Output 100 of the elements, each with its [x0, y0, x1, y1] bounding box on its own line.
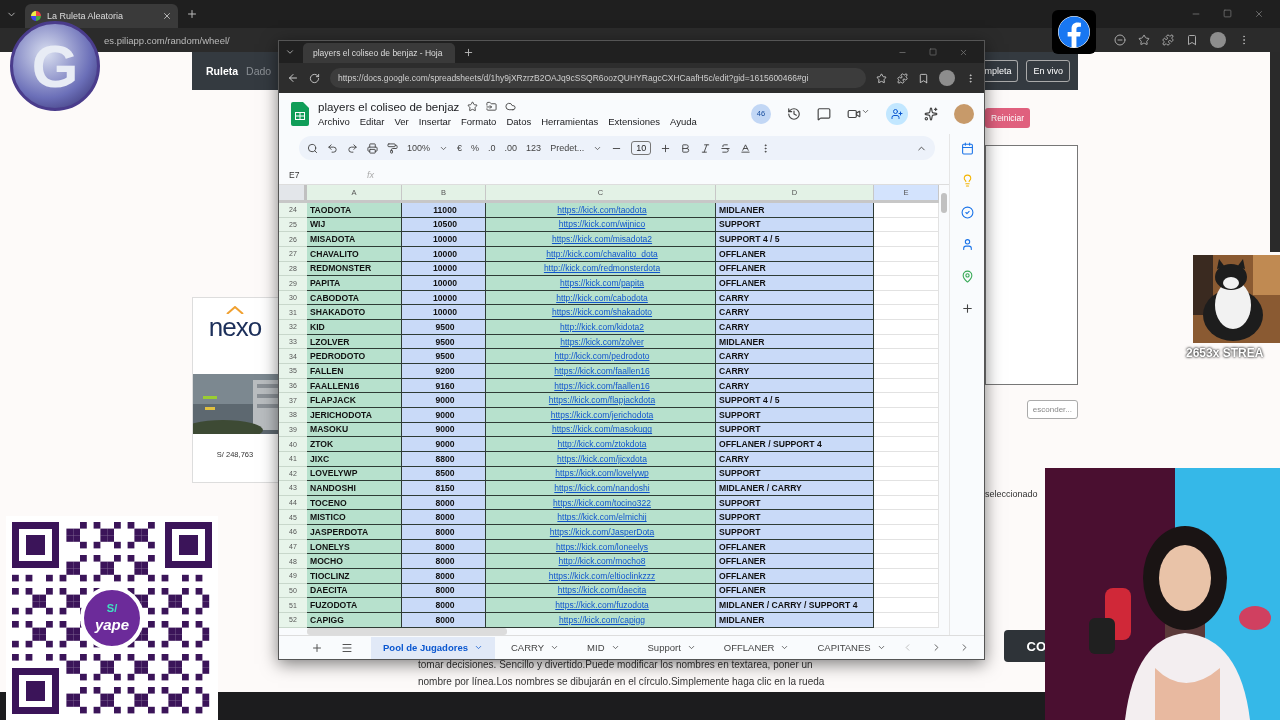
avatar-icon[interactable]: [1210, 32, 1226, 48]
sparkle-icon[interactable]: [924, 106, 938, 121]
link[interactable]: https://kick.com/daecita: [557, 585, 647, 596]
add-icon[interactable]: [960, 302, 974, 315]
paint-format-icon[interactable]: [387, 142, 398, 154]
plus-icon[interactable]: [660, 142, 672, 154]
address-bar[interactable]: https://docs.google.com/spreadsheets/d/1hy9jXRzrzB2OAJq9cSSQR6oozQUHYRagcCXHCaafH5c/edit?gid=1615600466#gi: [330, 68, 866, 88]
link[interactable]: http://kick.com/redmonsterdota: [543, 263, 661, 274]
menu-item[interactable]: Ayuda: [670, 115, 697, 127]
extensions-icon[interactable]: [1162, 34, 1174, 46]
browser-tab[interactable]: players el coliseo de benjaz - Hoja: [303, 43, 455, 63]
menu-item[interactable]: Editar: [359, 115, 385, 127]
star-icon[interactable]: [1138, 34, 1150, 46]
sheet-tab[interactable]: Support: [635, 636, 708, 659]
add-sheet-button[interactable]: [311, 641, 323, 654]
extensions-icon[interactable]: [897, 72, 908, 84]
hide-button[interactable]: esconder...: [1026, 400, 1078, 419]
link[interactable]: https://kick.com/loneelys: [555, 541, 649, 552]
link[interactable]: http://kick.com/cabodota: [556, 292, 648, 303]
menu-item[interactable]: Extensiones: [608, 115, 660, 127]
close-icon[interactable]: [162, 11, 172, 21]
link[interactable]: http://kick.com/pedrodoto: [554, 351, 650, 362]
sheet-tab[interactable]: MID: [575, 636, 632, 659]
search-icon[interactable]: [307, 142, 318, 154]
reload-button[interactable]: [309, 72, 320, 84]
star-icon[interactable]: [467, 101, 479, 112]
link[interactable]: http://kick.com/chavalito_dota: [546, 248, 658, 259]
link[interactable]: https://kick.com/shakadoto: [551, 307, 653, 318]
menu-item[interactable]: Datos: [506, 115, 532, 127]
nav-link[interactable]: Dado: [246, 65, 272, 77]
comment-icon[interactable]: [817, 106, 831, 121]
circle-minus-icon[interactable]: [1114, 34, 1126, 46]
names-textarea[interactable]: [985, 145, 1078, 385]
tab-list-button[interactable]: [285, 47, 295, 57]
new-tab-button[interactable]: [186, 8, 198, 20]
link[interactable]: https://kick.com/capigg: [559, 614, 645, 625]
calendar-icon[interactable]: [960, 142, 974, 155]
menu-item[interactable]: Formato: [461, 115, 497, 127]
menu-item[interactable]: Insertar: [418, 115, 451, 127]
print-icon[interactable]: [367, 142, 378, 154]
font-size-field[interactable]: 10: [631, 141, 652, 155]
decrease-decimals-button[interactable]: .0: [488, 143, 496, 153]
link[interactable]: http://kick.com/ztokdota: [557, 439, 647, 450]
sheet-tab[interactable]: CARRY: [499, 636, 572, 659]
all-sheets-button[interactable]: [341, 641, 353, 654]
link[interactable]: http://kick.com/mocho8: [558, 556, 646, 567]
back-button[interactable]: [287, 72, 299, 84]
number-format-button[interactable]: 123: [526, 143, 542, 153]
avatar-icon[interactable]: [954, 103, 974, 124]
close-button[interactable]: [1254, 9, 1264, 19]
sheet-tab[interactable]: Pool de Jugadores: [371, 636, 495, 659]
italic-icon[interactable]: [700, 142, 712, 154]
name-box[interactable]: E7: [289, 169, 337, 180]
font-dropdown[interactable]: Predet...: [550, 143, 585, 153]
nav-link[interactable]: Ruleta: [206, 65, 239, 77]
link[interactable]: https://kick.com/jicxdota: [557, 453, 647, 464]
link[interactable]: https://kick.com/misadota2: [551, 234, 653, 245]
link[interactable]: https://kick.com/papita: [559, 278, 645, 288]
increase-decimals-button[interactable]: .00: [504, 143, 518, 153]
cloud-icon[interactable]: [505, 101, 517, 112]
link[interactable]: https://kick.com/faallen16: [554, 365, 650, 376]
strikethrough-icon[interactable]: [720, 142, 732, 154]
link[interactable]: https://kick.com/masokugg: [551, 424, 653, 435]
redo-icon[interactable]: [347, 142, 358, 154]
bold-icon[interactable]: [680, 142, 692, 154]
link[interactable]: https://kick.com/flapjackdota: [548, 395, 656, 406]
move-icon[interactable]: [486, 101, 498, 112]
percent-button[interactable]: %: [471, 143, 480, 153]
link[interactable]: https://kick.com/zolver: [560, 336, 644, 347]
link[interactable]: https://kick.com/nandoshi: [554, 483, 650, 493]
tasks-icon[interactable]: [960, 206, 974, 219]
undo-icon[interactable]: [327, 142, 338, 154]
browser-tab[interactable]: La Ruleta Aleatoria: [25, 4, 178, 28]
menu-item[interactable]: Ver: [394, 115, 409, 127]
bookmark-icon[interactable]: [1186, 34, 1198, 46]
link[interactable]: https://kick.com/wijnico: [558, 219, 646, 230]
link[interactable]: https://kick.com/fuzodota: [555, 600, 649, 611]
link[interactable]: http://kick.com/kidota2: [559, 321, 645, 332]
sheet-tab[interactable]: CAPITANES: [805, 636, 898, 659]
avatar-icon[interactable]: [939, 70, 955, 86]
history-icon[interactable]: [787, 106, 801, 121]
currency-button[interactable]: €: [457, 143, 463, 153]
share-button[interactable]: [886, 102, 908, 125]
bookmark-icon[interactable]: [918, 72, 929, 84]
zoom-dropdown[interactable]: 100%: [407, 143, 431, 153]
map-pin-icon[interactable]: [960, 270, 974, 283]
link[interactable]: https://kick.com/taodota: [557, 204, 647, 215]
link[interactable]: https://kick.com/jerichodota: [550, 409, 654, 420]
menu-item[interactable]: Archivo: [318, 115, 350, 127]
nav-button[interactable]: En vivo: [1026, 60, 1070, 82]
contacts-icon[interactable]: [960, 238, 974, 251]
link[interactable]: https://kick.com/lovelywp: [555, 468, 649, 479]
sheet-tab[interactable]: OFFLANER: [711, 636, 802, 659]
link[interactable]: https://kick.com/tocino322: [553, 497, 651, 508]
text-color-icon[interactable]: [740, 142, 752, 154]
address-bar[interactable]: es.piliapp.com/random/wheel/: [104, 34, 230, 46]
link[interactable]: https://kick.com/eltioclinkzzz: [548, 570, 656, 581]
link[interactable]: https://kick.com/JasperDota: [549, 526, 655, 537]
document-title[interactable]: players el coliseo de benjaz: [318, 100, 460, 113]
new-tab-button[interactable]: [463, 46, 474, 58]
